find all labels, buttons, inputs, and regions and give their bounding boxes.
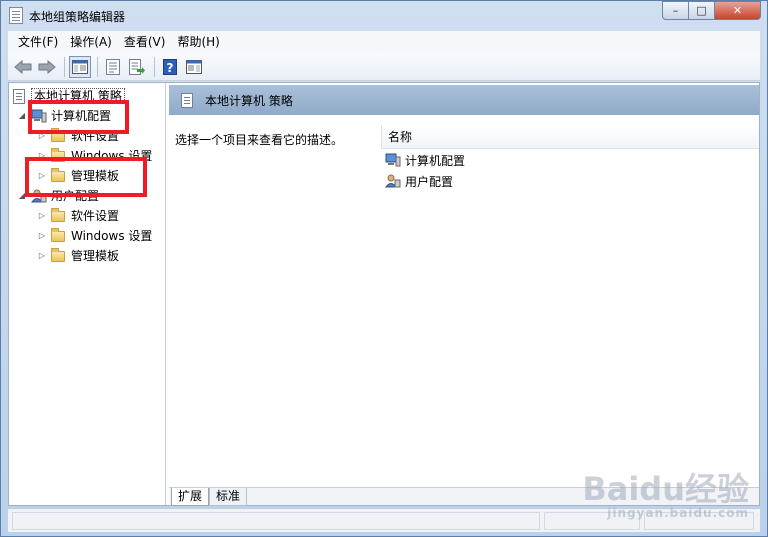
expand-arrow-icon[interactable]: ▷	[37, 211, 47, 221]
menu-file[interactable]: 文件(F)	[12, 32, 64, 52]
tree-item-user-software-settings[interactable]: ▷ 软件设置	[37, 206, 119, 226]
show-hide-tree-icon	[72, 59, 88, 74]
folder-icon	[51, 247, 65, 262]
properties-icon	[106, 58, 120, 75]
watermark-logo: Baidu经验	[582, 470, 749, 508]
description-text: 选择一个项目来查看它的描述。	[175, 133, 344, 147]
tab-standard[interactable]: 标准	[209, 488, 248, 506]
toolbar-separator	[154, 56, 155, 77]
back-arrow-icon	[14, 59, 32, 74]
folder-icon	[51, 207, 65, 222]
app-icon	[9, 7, 23, 24]
computer-icon	[385, 153, 401, 167]
status-cell	[12, 512, 540, 530]
show-hide-action-pane-button[interactable]	[183, 56, 205, 78]
detail-pane: 本地计算机 策略 选择一个项目来查看它的描述。 名称 计算机配置 用户配置 扩展…	[169, 83, 759, 506]
toolbar-separator	[64, 56, 65, 77]
content-area: 本地计算机 策略 ◢ 计算机配置 ▷ 软件设置 ▷ Windows 设置 ▷ 管…	[8, 82, 760, 506]
menu-action[interactable]: 操作(A)	[64, 32, 118, 52]
show-hide-tree-button[interactable]	[69, 55, 91, 78]
list-item-label: 用户配置	[405, 174, 454, 189]
list-item-label: 计算机配置	[405, 153, 466, 168]
menu-help[interactable]: 帮助(H)	[171, 32, 225, 52]
maximize-button[interactable]: □	[689, 1, 715, 20]
title-bar[interactable]: 本地组策略编辑器 – □ ✕	[1, 1, 767, 31]
properties-button[interactable]	[102, 56, 124, 78]
tree-item-label: Windows 设置	[71, 229, 153, 243]
window-controls: – □ ✕	[662, 1, 761, 21]
help-button[interactable]: ?	[159, 56, 181, 78]
tab-extended[interactable]: 扩展	[171, 488, 210, 506]
export-list-icon	[129, 58, 145, 75]
forward-button[interactable]	[36, 56, 58, 78]
tree-item-user-admin-templates[interactable]: ▷ 管理模板	[37, 246, 119, 266]
detail-pane-title: 本地计算机 策略	[205, 93, 293, 108]
forward-arrow-icon	[38, 59, 56, 74]
minimize-button[interactable]: –	[662, 1, 689, 20]
list-item-user-config[interactable]: 用户配置	[385, 171, 453, 191]
export-list-button[interactable]	[126, 56, 148, 78]
svg-text:?: ?	[167, 61, 174, 75]
gpedit-window: 本地组策略编辑器 – □ ✕ 文件(F) 操作(A) 查看(V) 帮助(H) ?…	[0, 0, 768, 537]
detail-pane-header: 本地计算机 策略	[169, 85, 759, 115]
highlight-box-computer-config	[28, 100, 129, 134]
folder-icon	[51, 227, 65, 242]
watermark-url: jingyan.baidu.com	[607, 506, 749, 520]
highlight-box-admin-templates	[25, 157, 147, 197]
menu-view[interactable]: 查看(V)	[118, 32, 172, 52]
menu-bar: 文件(F) 操作(A) 查看(V) 帮助(H)	[8, 31, 760, 53]
toolbar-separator	[97, 56, 98, 77]
back-button[interactable]	[12, 56, 34, 78]
show-hide-action-pane-icon	[186, 59, 202, 74]
user-icon	[385, 174, 401, 188]
help-icon: ?	[163, 58, 177, 75]
policy-document-icon	[181, 92, 193, 108]
watermark: Baidu经验 jingyan.baidu.com	[582, 472, 749, 520]
close-button[interactable]: ✕	[715, 1, 761, 20]
policy-document-icon	[13, 88, 25, 104]
expand-arrow-icon[interactable]: ▷	[37, 231, 47, 241]
toolbar: ?	[8, 53, 760, 81]
collapse-arrow-icon[interactable]: ◢	[17, 111, 27, 121]
window-title: 本地组策略编辑器	[29, 10, 126, 24]
tree-item-label: 管理模板	[71, 249, 120, 263]
tree-pane[interactable]: 本地计算机 策略 ◢ 计算机配置 ▷ 软件设置 ▷ Windows 设置 ▷ 管…	[9, 83, 166, 505]
column-header-name[interactable]: 名称	[381, 125, 759, 149]
list-item-computer-config[interactable]: 计算机配置	[385, 150, 465, 170]
tree-item-label: 软件设置	[71, 209, 120, 223]
expand-arrow-icon[interactable]: ▷	[37, 251, 47, 261]
tree-item-user-windows-settings[interactable]: ▷ Windows 设置	[37, 226, 152, 246]
